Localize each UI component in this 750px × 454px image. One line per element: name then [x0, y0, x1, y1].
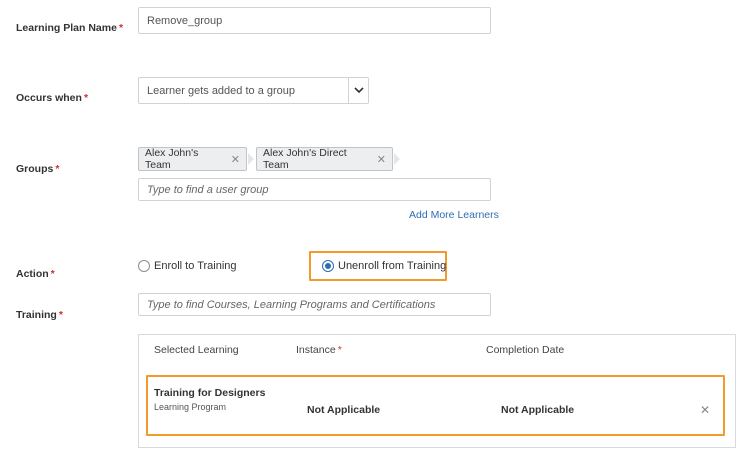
occurs-when-select[interactable]: Learner gets added to a group — [138, 77, 369, 104]
chevron-down-icon — [353, 87, 364, 94]
add-more-learners-link[interactable]: Add More Learners — [409, 209, 499, 221]
enroll-radio-label: Enroll to Training — [154, 260, 237, 272]
required-mark: * — [55, 163, 60, 175]
radio-button-selected[interactable] — [322, 260, 334, 272]
enroll-radio-option[interactable]: Enroll to Training — [138, 260, 237, 272]
group-chip-label: Alex John's Direct Team — [263, 147, 347, 171]
learning-title: Training for Designers — [154, 387, 266, 399]
group-search-input[interactable]: Type to find a user group — [138, 178, 491, 201]
groups-label: Groups * — [16, 163, 60, 175]
close-icon[interactable]: ✕ — [231, 153, 240, 166]
chip-arrow-icon — [248, 153, 254, 165]
occurs-when-label: Occurs when * — [16, 92, 89, 104]
group-search-placeholder: Type to find a user group — [147, 183, 269, 196]
column-header-selected-learning: Selected Learning — [154, 344, 239, 356]
close-icon[interactable]: ✕ — [700, 403, 710, 417]
chip-arrow-icon — [394, 153, 400, 165]
column-header-completion-date: Completion Date — [486, 344, 565, 356]
unenroll-radio-label: Unenroll from Training — [338, 260, 447, 272]
required-mark: * — [58, 309, 63, 321]
close-icon[interactable]: ✕ — [377, 153, 386, 166]
training-search-input[interactable]: Type to find Courses, Learning Programs … — [138, 293, 491, 316]
required-mark: * — [118, 22, 124, 34]
dropdown-button[interactable] — [348, 78, 368, 103]
learning-type: Learning Program — [154, 402, 227, 412]
column-header-instance: Instance * — [296, 344, 342, 356]
completion-date-value: Not Applicable — [501, 404, 575, 416]
training-label: Training * — [16, 309, 63, 321]
learning-plan-name-value: Remove_group — [147, 14, 223, 27]
action-label: Action * — [16, 268, 55, 280]
unenroll-radio-option[interactable]: Unenroll from Training — [322, 260, 446, 272]
learning-plan-name-label: Learning Plan Name * — [16, 22, 124, 34]
radio-button[interactable] — [138, 260, 150, 272]
required-mark: * — [50, 268, 55, 280]
table-row — [146, 375, 725, 436]
required-mark: * — [83, 92, 89, 104]
occurs-when-value: Learner gets added to a group — [147, 84, 296, 97]
group-chip-label: Alex John's Team — [145, 147, 199, 171]
learning-plan-name-input[interactable]: Remove_group — [138, 7, 491, 34]
instance-value: Not Applicable — [307, 404, 381, 416]
required-mark: * — [337, 344, 342, 356]
group-chip[interactable]: Alex John's Direct Team ✕ — [256, 147, 393, 171]
group-chip[interactable]: Alex John's Team ✕ — [138, 147, 247, 171]
training-search-placeholder: Type to find Courses, Learning Programs … — [147, 298, 436, 311]
